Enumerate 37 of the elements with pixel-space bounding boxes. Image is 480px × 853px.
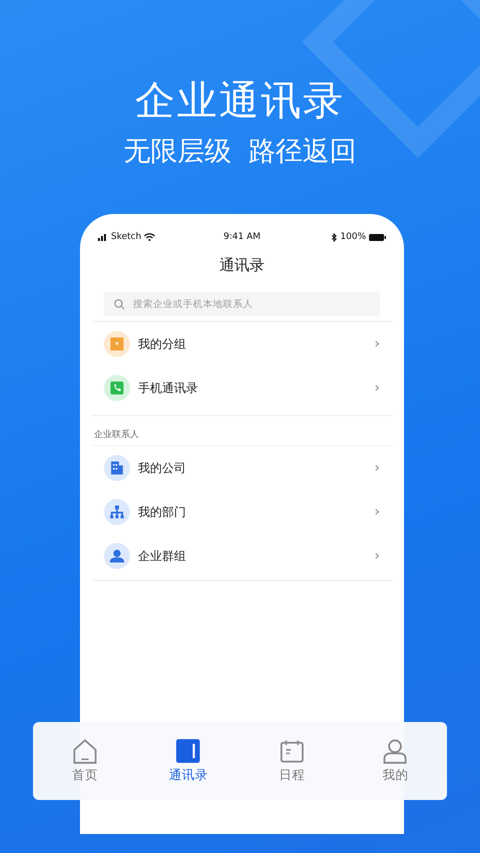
tab-item[interactable]: 首页 xyxy=(50,738,120,784)
folder-icon xyxy=(104,331,130,357)
contact-list-item[interactable]: 我的公司 › xyxy=(92,446,392,490)
screen-title: 通讯录 xyxy=(218,256,266,275)
chevron-icon: › xyxy=(374,380,380,396)
battery-icon xyxy=(369,234,386,240)
building-icon xyxy=(104,455,130,481)
section-header: 企业联系人 xyxy=(92,416,392,446)
contact-list-item[interactable]: 手机通讯录 › xyxy=(92,366,392,410)
subheadline: 无限层级 路径返回 xyxy=(122,136,358,168)
headline: 企业通讯录 xyxy=(134,78,346,124)
contact-list-item[interactable]: 企业群组 › xyxy=(92,534,392,578)
person-icon xyxy=(382,738,408,764)
status-time: 9:41 AM xyxy=(224,232,260,242)
tab-item[interactable]: 日程 xyxy=(256,738,327,784)
tab-item[interactable]: 通讯录 xyxy=(153,738,224,784)
search-field[interactable]: 搜索企业或手机本地联系人 xyxy=(104,292,380,316)
group-icon xyxy=(104,543,130,569)
org-chart-icon xyxy=(104,499,130,525)
book-icon xyxy=(175,738,202,764)
wifi-icon xyxy=(144,233,156,241)
battery-percent: 100% xyxy=(340,232,366,242)
tab-item[interactable]: 我的 xyxy=(360,738,430,784)
carrier-name: Sketch xyxy=(111,232,142,242)
search-input: 搜索企业或手机本地联系人 xyxy=(131,298,370,310)
contact-list-item[interactable]: 我的分组 › xyxy=(92,322,392,366)
contact-list-item[interactable]: 我的部门 › xyxy=(92,490,392,534)
calendar-icon xyxy=(278,738,305,764)
chevron-icon: › xyxy=(374,460,380,476)
phone-icon xyxy=(104,375,130,401)
chevron-icon: › xyxy=(374,336,380,352)
signal-icon xyxy=(98,234,108,240)
search-icon xyxy=(114,298,125,310)
bluetooth-icon xyxy=(331,232,338,242)
house-icon xyxy=(72,738,98,764)
chevron-icon: › xyxy=(374,504,380,520)
chevron-icon: › xyxy=(374,548,380,564)
